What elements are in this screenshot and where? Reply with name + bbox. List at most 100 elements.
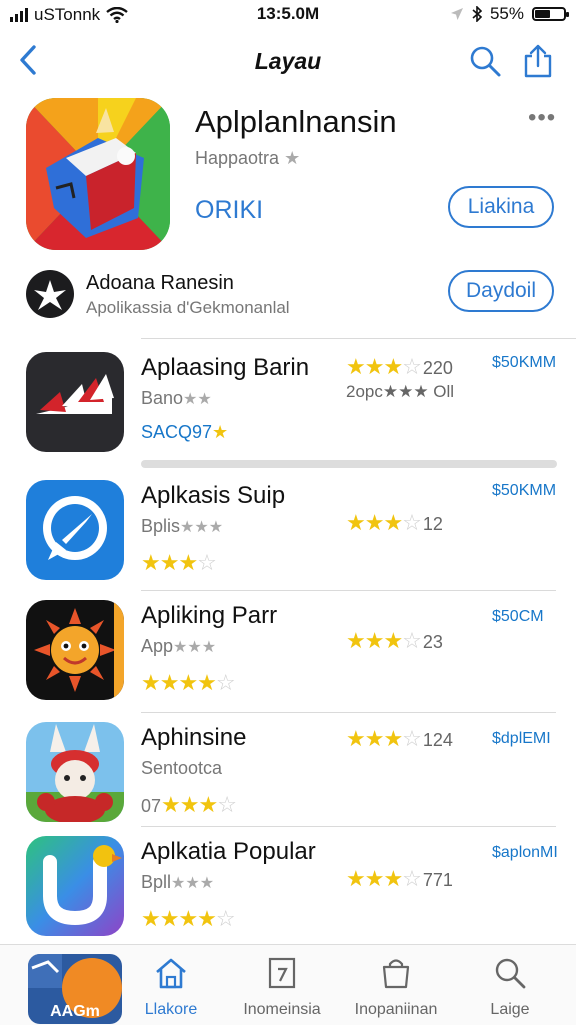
app-subtitle: Bplis★★★ (141, 516, 223, 537)
app-meta-text: 07 (141, 796, 162, 816)
home-icon (156, 958, 186, 989)
developer-subtitle: Apolikassia d'Gekmonanlal (86, 298, 290, 317)
meta-stars-off: ☆ (215, 906, 236, 931)
rating-stars-off: ☆ (402, 726, 422, 751)
developer-button[interactable]: Daydoil (448, 270, 554, 312)
meta-stars: ★★★ (141, 550, 198, 575)
app-subtitle-text: Bplis (141, 516, 181, 536)
rating-count: 771 (422, 870, 453, 890)
scrollbar[interactable] (141, 460, 557, 468)
app-price[interactable]: $dplEMI (492, 730, 551, 748)
app-subtitle-text: Bano (141, 388, 184, 408)
chat-bubble-app-icon (26, 480, 124, 580)
app-subtitle-stars: ★★★ (180, 519, 224, 536)
more-options-icon[interactable]: ••• (528, 106, 560, 130)
app-rating: ★★★☆ 23 (346, 628, 443, 654)
app-row-5[interactable]: Aplkatia Popular Bpll★★★ ★★★★☆ ★★★☆ 771 $… (0, 836, 576, 946)
app-price[interactable]: $50KMM (492, 482, 556, 500)
app-meta: ★★★★☆ (141, 670, 236, 696)
battery-icon (532, 7, 569, 21)
rabbit-character-app-icon (26, 722, 124, 822)
rating-stars: ★★★ (346, 354, 403, 379)
location-icon (450, 8, 463, 20)
hero-app-icon[interactable] (26, 98, 170, 250)
app-title: Aplkatia Popular (141, 838, 316, 865)
app-subtitle: Bano★★ (141, 388, 212, 409)
battery-percent: 55% (489, 4, 524, 23)
app-subtitle-text: Bpll (141, 872, 172, 892)
app-meta: ★★★☆ (141, 550, 217, 576)
meta-stars-off: ☆ (217, 792, 237, 817)
meta-stars: ★★★★ (141, 670, 217, 695)
app-title: Aplaasing Barin (141, 354, 310, 381)
app-title: Aplkasis Suip (141, 482, 286, 509)
app-meta-star: ★ (212, 422, 228, 442)
app-row-2[interactable]: Aplkasis Suip Bplis★★★ ★★★☆ ★★★☆ 12 $50KM… (0, 480, 576, 590)
rating-stars-off: ☆ (402, 510, 422, 535)
hero-get-button[interactable]: Liakina (448, 186, 554, 228)
app-meta-text: SACQ97 (141, 422, 213, 442)
tab-label: Inopaniinan (354, 1001, 438, 1018)
tab-label: Laige (490, 1001, 530, 1018)
tab-label: Llakore (144, 1001, 198, 1018)
app-row-3[interactable]: Apliking Parr App★★★ ★★★★☆ ★★★☆ 23 $50CM (0, 600, 576, 710)
status-right: 55% (450, 4, 569, 24)
stripes-app-icon (26, 352, 124, 452)
battery-level (535, 10, 551, 18)
rating-stars: ★★★ (346, 726, 403, 751)
status-bar: uSTonnk 13:5.0M 55% (0, 0, 576, 28)
bluetooth-icon (472, 6, 482, 22)
rating-stars: ★★★ (346, 866, 403, 891)
app-row-4[interactable]: Aphinsine Sentootca 07★★★☆ ★★★☆ 124 $dplE… (0, 722, 576, 832)
tab-home[interactable]: Llakore (118, 945, 224, 1025)
app-title: Aphinsine (141, 724, 247, 751)
tab-search[interactable]: Laige (454, 945, 566, 1025)
rating-count: 220 (422, 358, 453, 378)
app-subtitle: Bpll★★★ (141, 872, 214, 893)
tab-bag[interactable]: Inopaniinan (340, 945, 452, 1025)
app-subtitle-text: App (141, 636, 174, 656)
rating-stars-off: ☆ (402, 866, 422, 891)
divider (141, 826, 556, 827)
bag-icon (382, 959, 410, 989)
app-rating: ★★★☆ 124 (346, 726, 453, 752)
app-extra-info: 2opc★★★ Oll (346, 382, 455, 401)
app-subtitle: App★★★ (141, 636, 216, 657)
hero-app-subtitle: Happaotra ★ (195, 148, 300, 169)
developer-avatar[interactable] (26, 270, 74, 318)
app-price[interactable]: $50CM (492, 608, 544, 626)
app-rating: ★★★☆ 771 (346, 866, 453, 892)
meta-stars: ★★★ (161, 792, 218, 817)
app-price[interactable]: $aplonMI (492, 844, 558, 862)
rating-stars: ★★★ (346, 628, 403, 653)
hero-app-title: Aplplanlnansin (195, 104, 397, 139)
app-title: Apliking Parr (141, 602, 278, 629)
app-subtitle-stars: ★★★ (173, 639, 217, 656)
divider (141, 338, 576, 339)
search-icon[interactable] (468, 44, 502, 78)
app-subtitle-stars: ★★★ (171, 875, 215, 892)
rating-stars: ★★★ (346, 510, 403, 535)
app-meta: SACQ97★ (141, 422, 228, 443)
app-subtitle-stars: ★★ (183, 391, 212, 408)
app-subtitle: Sentootca (141, 758, 223, 778)
meta-stars-off: ☆ (197, 550, 217, 575)
app-rating: ★★★☆ 220 (346, 354, 453, 380)
app-rating: ★★★☆ 12 (346, 510, 443, 536)
meta-stars: ★★★★ (141, 906, 217, 931)
hero-subtitle-text: Happaotra (195, 148, 280, 168)
rating-stars-off: ☆ (402, 628, 422, 653)
app-row-1[interactable]: Aplaasing Barin Bano★★ SACQ97★ ★★★☆ 220 2… (0, 352, 576, 462)
divider (141, 590, 556, 591)
note-icon (268, 957, 296, 989)
rating-count: 124 (422, 730, 453, 750)
hero-subtitle-star: ★ (284, 148, 301, 168)
tab-notes[interactable]: Inomeinsia (226, 945, 338, 1025)
developer-name: Adoana Ranesin (86, 272, 234, 294)
share-icon[interactable] (520, 42, 558, 80)
rating-count: 12 (422, 514, 443, 534)
rating-stars-off: ☆ (402, 354, 422, 379)
app-price[interactable]: $50KMM (492, 354, 556, 372)
search-icon (495, 958, 526, 989)
tab-label: AAGm (50, 1003, 100, 1020)
